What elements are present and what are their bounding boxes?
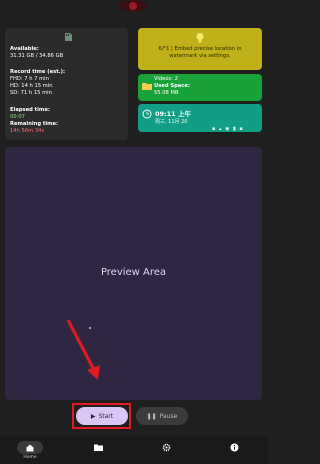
tip-card[interactable]: 6/*1 | Embed precise location in waterma… [138,28,262,70]
preview-label: Preview Area [100,267,167,278]
status-icons: ▪ ▴ ◉ ▮ ▪ [212,126,244,132]
home-icon [26,444,34,451]
clock-card: 09:11 上午 周三, 11月 20 ▪ ▴ ◉ ▮ ▪ [138,104,262,132]
remaining-value: 14h 56m 34s [10,128,45,134]
pause-icon: ❚❚ [146,412,157,420]
storage-info-card: Available: 31.31 GB / 34.86 GB Record ti… [5,28,128,140]
tip-text: 6/*1 | Embed precise location in waterma… [158,46,242,59]
folder-nav-icon [93,444,103,451]
elapsed-value: 00:07 [10,114,25,120]
elapsed-label: Elapsed time: [10,107,50,113]
used-space-value: 55.08 MB [154,90,179,96]
gear-icon [162,443,170,452]
pause-label: Pause [159,412,178,420]
fhd-time: FHD: 7 h 7 min [10,76,49,82]
pause-button[interactable]: ❚❚ Pause [136,407,188,425]
record-time-label: Record time (est.): [10,69,66,75]
clock-icon [142,109,152,119]
videos-count: Videos: 2 [154,76,178,82]
sd-card-icon [65,33,72,41]
remaining-label: Remaining time: [10,121,59,127]
hd-time: HD: 14 h 15 min [10,83,53,89]
clock-time: 09:11 上午 [155,110,191,118]
sd-time: SD: 71 h 15 min [10,90,52,96]
info-icon [230,443,238,452]
annotation-arrow-icon [66,319,100,380]
nav-info[interactable] [214,436,254,464]
available-value: 31.31 GB / 34.86 GB [10,53,64,59]
used-space-label: Used Space: [154,83,190,89]
nav-home-label: Home [23,455,37,460]
lightbulb-icon [196,33,204,43]
folder-icon [142,83,152,90]
available-label: Available: [10,46,39,52]
nav-home[interactable]: Home [10,436,50,464]
videos-card[interactable]: Videos: 2 Used Space: 55.08 MB [138,74,262,101]
start-highlight-box [72,403,131,429]
bottom-navigation: Home [0,436,268,464]
nav-files[interactable] [78,436,118,464]
nav-settings[interactable] [146,436,186,464]
preview-area[interactable]: Preview Area [5,147,262,400]
clock-date: 周三, 11月 20 [155,119,188,125]
app-logo-icon [119,0,147,12]
